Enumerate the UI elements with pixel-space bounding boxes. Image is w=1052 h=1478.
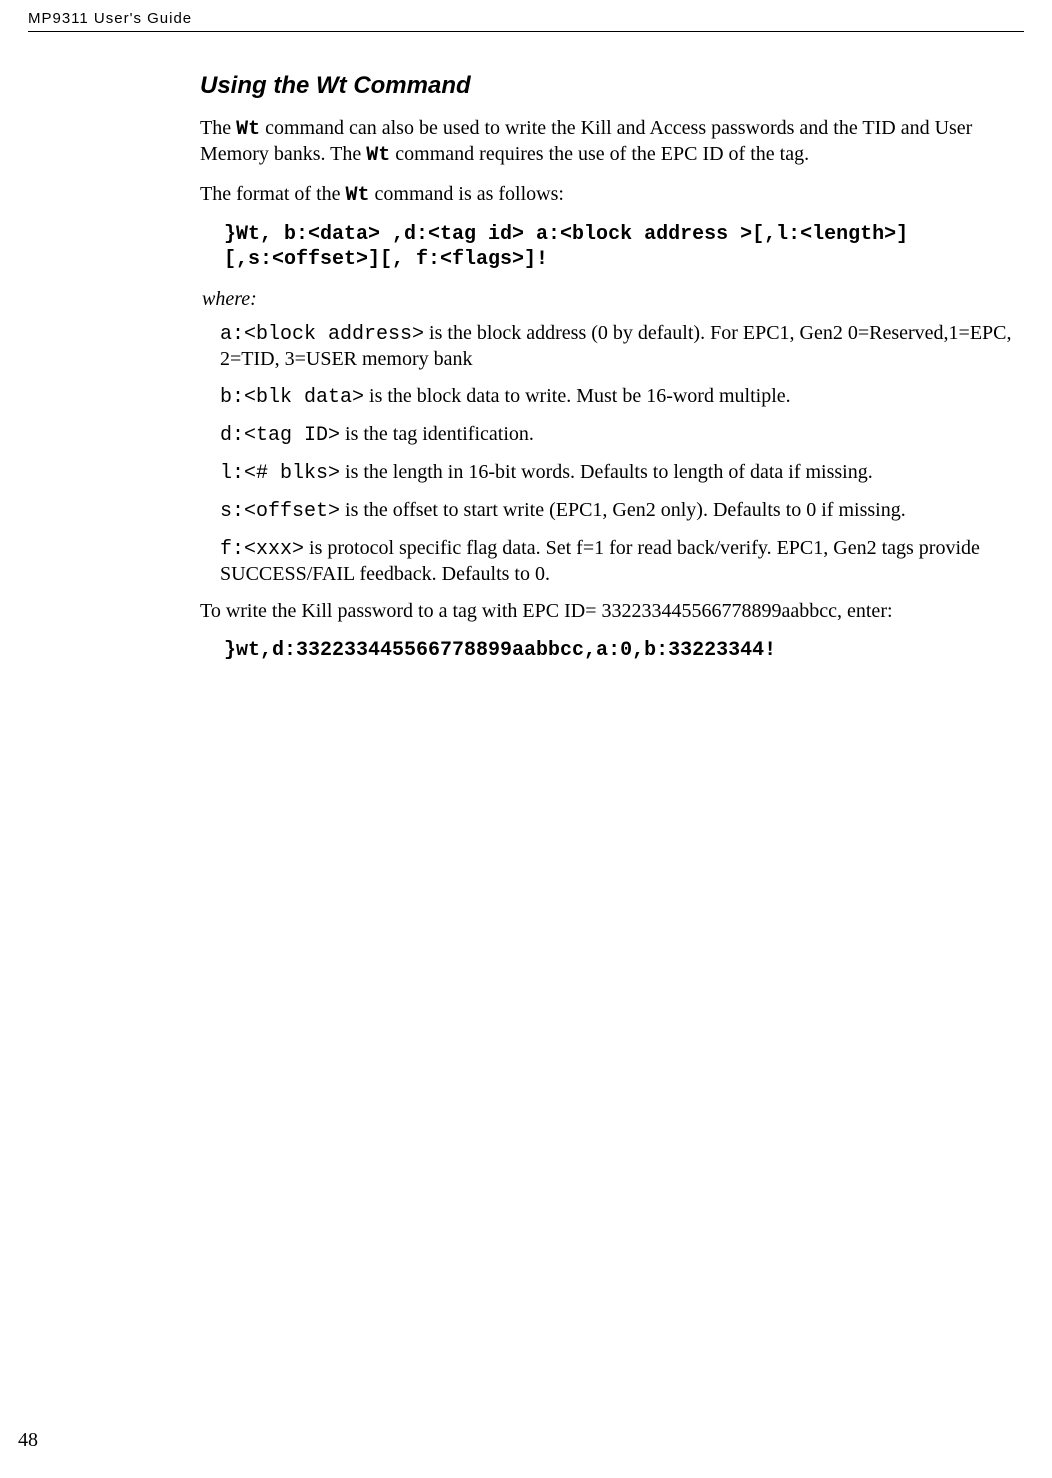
- param-code: l:<# blks>: [220, 462, 340, 485]
- param-desc: is the block data to write. Must be 16-w…: [364, 385, 791, 407]
- code-line-1: }Wt, b:<data> ,d:<tag id> a:<block addre…: [224, 222, 1012, 247]
- param-s: s:<offset> is the offset to start write …: [220, 498, 1012, 524]
- param-desc: is the offset to start write (EPC1, Gen2…: [340, 499, 906, 521]
- param-l: l:<# blks> is the length in 16-bit words…: [220, 460, 1012, 486]
- doc-title: MP9311 User's Guide: [28, 10, 192, 27]
- param-code: b:<blk data>: [220, 386, 364, 409]
- text: The: [200, 117, 236, 139]
- param-desc: is the length in 16-bit words. Defaults …: [340, 461, 873, 483]
- param-code: f:<xxx>: [220, 538, 304, 561]
- page-content: Using the Wt Command The Wt command can …: [0, 32, 1052, 663]
- paragraph-1: The Wt command can also be used to write…: [200, 116, 1012, 168]
- paragraph-2: The format of the Wt command is as follo…: [200, 182, 1012, 208]
- text: The format of the: [200, 183, 346, 205]
- section-title: Using the Wt Command: [200, 72, 1012, 100]
- text: command is as follows:: [370, 183, 564, 205]
- param-desc: is the tag identification.: [340, 423, 534, 445]
- wt-command: Wt: [366, 144, 390, 167]
- page-number: 48: [18, 1429, 38, 1452]
- wt-command: Wt: [346, 184, 370, 207]
- param-b: b:<blk data> is the block data to write.…: [220, 384, 1012, 410]
- page-header: MP9311 User's Guide: [0, 0, 1052, 27]
- param-a: a:<block address> is the block address (…: [220, 321, 1012, 372]
- param-code: s:<offset>: [220, 500, 340, 523]
- param-desc: is protocol specific flag data. Set f=1 …: [220, 537, 980, 585]
- parameter-list: a:<block address> is the block address (…: [220, 321, 1012, 587]
- syntax-block: }Wt, b:<data> ,d:<tag id> a:<block addre…: [224, 222, 1012, 272]
- param-f: f:<xxx> is protocol specific flag data. …: [220, 536, 1012, 587]
- wt-command: Wt: [236, 118, 260, 141]
- param-code: a:<block address>: [220, 323, 424, 346]
- paragraph-3: To write the Kill password to a tag with…: [200, 599, 1012, 624]
- example-command: }wt,d:332233445566778899aabbcc,a:0,b:332…: [224, 638, 1012, 663]
- where-label: where:: [202, 288, 1012, 311]
- param-d: d:<tag ID> is the tag identification.: [220, 422, 1012, 448]
- code-line-2: [,s:<offset>][, f:<flags>]!: [224, 247, 1012, 272]
- text: command requires the use of the EPC ID o…: [390, 143, 809, 165]
- param-code: d:<tag ID>: [220, 424, 340, 447]
